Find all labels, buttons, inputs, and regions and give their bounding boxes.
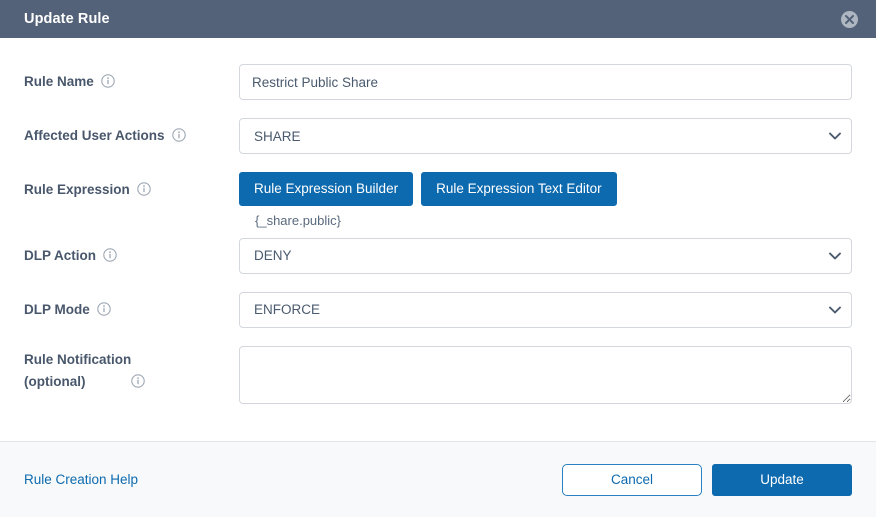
dlp-action-value: DENY [254, 248, 292, 263]
rule-expression-value: {_share.public} [255, 212, 342, 228]
affected-user-actions-control: SHARE [239, 118, 852, 154]
rule-notification-label-optional: (optional) [24, 373, 86, 389]
affected-user-actions-select-wrap: SHARE [239, 118, 852, 154]
rule-expression-builder-button[interactable]: Rule Expression Builder [239, 172, 414, 206]
dialog-body: Rule Name Affected User Actions [0, 38, 876, 441]
info-circle-icon[interactable] [97, 301, 111, 316]
info-circle-icon[interactable] [103, 247, 117, 262]
rule-expression-row: Rule Expression Rule Expression Builder … [24, 172, 852, 230]
rule-creation-help-link[interactable]: Rule Creation Help [24, 472, 138, 487]
affected-user-actions-value: SHARE [254, 128, 301, 144]
dialog-title: Update Rule [24, 11, 110, 27]
close-icon[interactable] [841, 10, 858, 28]
rule-name-input[interactable] [239, 64, 852, 100]
dlp-mode-select-wrap: ENFORCE [239, 291, 852, 328]
dlp-mode-label: DLP Mode [24, 292, 239, 320]
dlp-mode-row: DLP Mode ENFORCE [24, 291, 852, 328]
rule-notification-label-optional-wrap: (optional) [24, 372, 145, 392]
affected-user-actions-row: Affected User Actions SHARE [24, 118, 852, 154]
affected-user-actions-label: Affected User Actions [24, 118, 239, 146]
info-circle-icon[interactable] [137, 182, 151, 196]
rule-expression-button-group: Rule Expression Builder Rule Expression … [239, 172, 852, 206]
update-button[interactable]: Update [712, 463, 852, 496]
dlp-action-row: DLP Action DENY [24, 237, 852, 274]
info-circle-icon[interactable] [101, 74, 115, 88]
dlp-action-select-wrap: DENY [239, 237, 852, 274]
rule-name-row: Rule Name [24, 64, 852, 100]
dlp-action-select[interactable]: DENY [239, 237, 852, 274]
dlp-mode-label-text: DLP Mode [24, 301, 90, 317]
dialog-footer: Rule Creation Help Cancel Update [0, 441, 876, 517]
rule-expression-label-text: Rule Expression [24, 182, 130, 197]
update-rule-dialog: Update Rule Rule Name Restrict Public Sh… [0, 0, 876, 517]
dlp-action-label-text: DLP Action [24, 247, 97, 263]
rule-notification-textarea[interactable] [239, 345, 852, 404]
dialog-header: Update Rule [0, 0, 876, 38]
rule-name-label-text: Rule Name [24, 74, 94, 89]
dlp-action-control: DENY [239, 237, 852, 274]
rule-notification-control [239, 345, 852, 409]
rule-name-control [239, 64, 852, 100]
rule-expression-text-editor-button[interactable]: Rule Expression Text Editor [421, 172, 617, 206]
rule-notification-label-text: Rule Notification [24, 351, 132, 367]
rule-expression-label: Rule Expression [24, 172, 239, 200]
info-circle-icon[interactable] [171, 128, 186, 142]
rule-notification-label: Rule Notification (optional) [24, 346, 239, 392]
rule-name-label: Rule Name [24, 64, 239, 92]
rule-expression-control: Rule Expression Builder Rule Expression … [239, 172, 852, 230]
dlp-mode-value: ENFORCE [254, 302, 321, 317]
info-circle-icon[interactable] [131, 374, 145, 388]
affected-user-actions-label-text: Affected User Actions [24, 128, 165, 143]
footer-actions: Cancel Update [562, 463, 852, 496]
rule-notification-row: Rule Notification (optional) [24, 345, 852, 409]
dlp-mode-select[interactable]: ENFORCE [239, 291, 852, 328]
affected-user-actions-select[interactable]: SHARE [239, 118, 852, 154]
dlp-mode-control: ENFORCE [239, 291, 852, 328]
dlp-action-label: DLP Action [24, 238, 239, 266]
cancel-button[interactable]: Cancel [562, 463, 702, 496]
